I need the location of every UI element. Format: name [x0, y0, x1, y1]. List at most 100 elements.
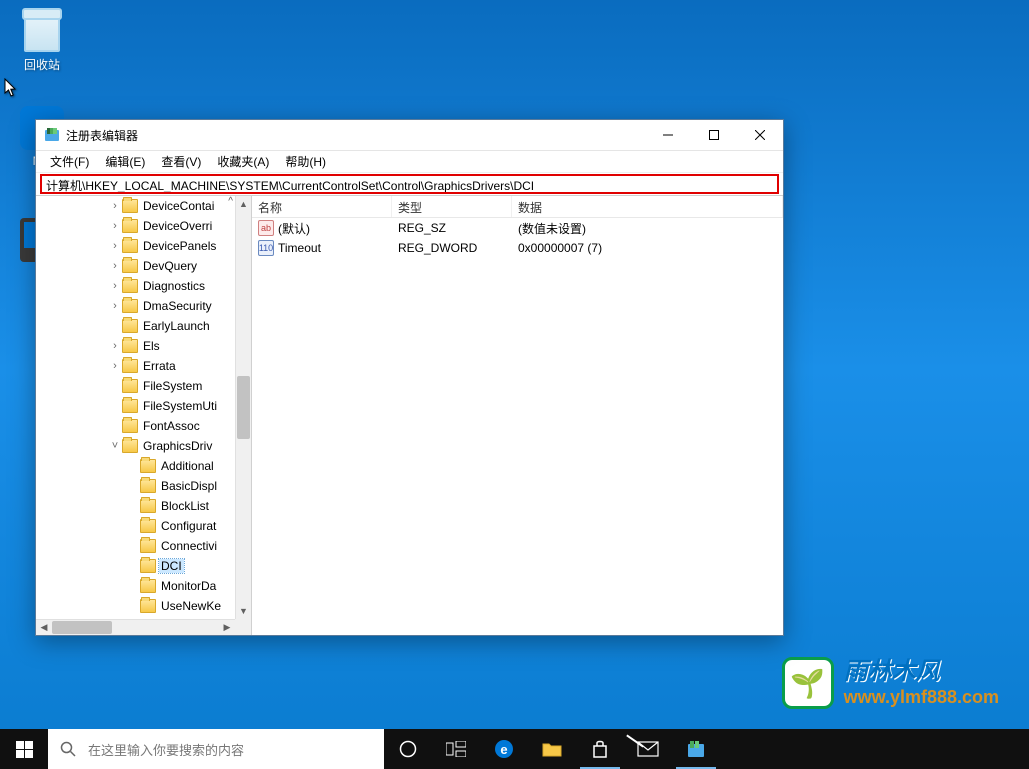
tree-node[interactable]: FontAssoc	[36, 416, 235, 436]
address-bar[interactable]: 计算机\HKEY_LOCAL_MACHINE\SYSTEM\CurrentCon…	[40, 174, 779, 194]
tree-node[interactable]: BasicDispl	[36, 476, 235, 496]
tree-node[interactable]: FileSystem	[36, 376, 235, 396]
taskbar-search[interactable]: 在这里输入你要搜索的内容	[48, 729, 384, 769]
close-button[interactable]	[737, 120, 783, 150]
expand-icon[interactable]: ›	[108, 200, 122, 212]
scroll-corner	[235, 619, 251, 635]
cortana-icon	[399, 740, 417, 758]
tree-node[interactable]: BlockList	[36, 496, 235, 516]
desktop-icon-label: 回收站	[4, 56, 80, 73]
col-data[interactable]: 数据	[512, 196, 783, 217]
list-row[interactable]: 110TimeoutREG_DWORD0x00000007 (7)	[252, 238, 783, 258]
regedit-icon	[44, 127, 60, 143]
watermark-title: 雨林木风	[844, 660, 999, 684]
menu-favorites[interactable]: 收藏夹(A)	[209, 151, 277, 172]
store-icon	[591, 740, 609, 758]
watermark: 🌱 雨林木风 www.ylmf888.com	[782, 657, 999, 709]
tree-list[interactable]: ›DeviceContai›DeviceOverri›DevicePanels›…	[36, 196, 235, 619]
scroll-down-button[interactable]: ▼	[236, 603, 251, 619]
tree-scrollbar-horizontal[interactable]: ◀ ▶	[36, 619, 235, 635]
tree-node-label: Configurat	[159, 519, 218, 533]
window-titlebar[interactable]: 注册表编辑器	[36, 120, 783, 151]
expand-icon[interactable]: ›	[108, 300, 122, 312]
tree-node-label: FileSystem	[141, 379, 204, 393]
scroll-left-button[interactable]: ◀	[36, 620, 52, 635]
menu-edit[interactable]: 编辑(E)	[97, 151, 153, 172]
tree-node[interactable]: › Errata	[36, 356, 235, 376]
expand-icon[interactable]: ›	[108, 240, 122, 252]
col-type[interactable]: 类型	[392, 196, 512, 217]
folder-icon	[122, 439, 138, 453]
tree-node-label: Errata	[141, 359, 178, 373]
scroll-track[interactable]	[236, 212, 251, 603]
tree-node[interactable]: Configurat	[36, 516, 235, 536]
menu-view[interactable]: 查看(V)	[153, 151, 209, 172]
tree-node[interactable]: › DmaSecurity	[36, 296, 235, 316]
tree-node[interactable]: ›DevQuery	[36, 256, 235, 276]
folder-icon	[122, 239, 138, 253]
expand-icon[interactable]: ›	[108, 280, 122, 292]
scroll-thumb[interactable]	[237, 376, 250, 439]
taskbar-edge[interactable]: e	[480, 729, 528, 769]
taskbar-explorer[interactable]	[528, 729, 576, 769]
tree-node-label: EarlyLaunch	[141, 319, 212, 333]
tree-node-label: DeviceOverri	[141, 219, 214, 233]
tree-node[interactable]: UseNewKe	[36, 596, 235, 616]
scroll-right-button[interactable]: ▶	[219, 620, 235, 635]
cortana-button[interactable]	[384, 729, 432, 769]
list-row[interactable]: ab(默认)REG_SZ(数值未设置)	[252, 218, 783, 238]
expand-icon[interactable]: ›	[108, 220, 122, 232]
tree-node[interactable]: FileSystemUti	[36, 396, 235, 416]
tree-node[interactable]: DCI	[36, 556, 235, 576]
taskbar: 在这里输入你要搜索的内容 e	[0, 729, 1029, 769]
taskbar-regedit[interactable]	[672, 729, 720, 769]
folder-icon	[122, 299, 138, 313]
expand-icon[interactable]: ›	[108, 360, 122, 372]
tree-node[interactable]: ›Els	[36, 336, 235, 356]
tree-node[interactable]: › DeviceContai	[36, 196, 235, 216]
scroll-up-button[interactable]: ▲	[236, 196, 251, 212]
tree-node-label: DmaSecurity	[141, 299, 214, 313]
minimize-button[interactable]	[645, 120, 691, 150]
value-name: (默认)	[278, 220, 310, 237]
search-placeholder: 在这里输入你要搜索的内容	[88, 740, 244, 759]
list-body[interactable]: ab(默认)REG_SZ(数值未设置)110TimeoutREG_DWORD0x…	[252, 218, 783, 258]
tree-node-label: FileSystemUti	[141, 399, 219, 413]
value-type-icon: ab	[258, 220, 274, 236]
folder-icon	[140, 579, 156, 593]
menu-help[interactable]: 帮助(H)	[277, 151, 334, 172]
folder-icon	[122, 279, 138, 293]
taskbar-store[interactable]	[576, 729, 624, 769]
watermark-logo-icon: 🌱	[782, 657, 834, 709]
tree-node[interactable]: › DeviceOverri	[36, 216, 235, 236]
tree-node[interactable]: MonitorDa	[36, 576, 235, 596]
folder-icon	[122, 199, 138, 213]
expand-icon[interactable]: ›	[108, 260, 122, 272]
folder-icon	[122, 399, 138, 413]
tree-node[interactable]: ›Diagnostics	[36, 276, 235, 296]
folder-icon	[122, 379, 138, 393]
expand-icon[interactable]: ›	[108, 340, 122, 352]
taskbar-mail[interactable]	[624, 729, 672, 769]
menu-file[interactable]: 文件(F)	[42, 151, 97, 172]
start-button[interactable]	[0, 729, 48, 769]
edge-icon: e	[494, 739, 514, 759]
tree-node-label: DeviceContai	[141, 199, 216, 213]
task-view-button[interactable]	[432, 729, 480, 769]
scroll-thumb-h[interactable]	[52, 621, 112, 634]
watermark-url: www.ylmf888.com	[844, 688, 999, 706]
tree-node[interactable]: Additional	[36, 456, 235, 476]
tree-node-label: DCI	[159, 559, 184, 573]
desktop-recycle-bin[interactable]: 回收站	[4, 12, 80, 73]
folder-icon	[140, 479, 156, 493]
folder-icon	[140, 599, 156, 613]
tree-node[interactable]: Connectivi	[36, 536, 235, 556]
folder-icon	[122, 359, 138, 373]
tree-node[interactable]: EarlyLaunch	[36, 316, 235, 336]
tree-node[interactable]: ˅GraphicsDriv	[36, 436, 235, 456]
tree-node[interactable]: ›DevicePanels	[36, 236, 235, 256]
col-name[interactable]: 名称	[252, 196, 392, 217]
tree-scrollbar-vertical[interactable]: ▲ ▼	[235, 196, 251, 619]
expand-icon[interactable]: ˅	[108, 440, 122, 452]
maximize-button[interactable]	[691, 120, 737, 150]
